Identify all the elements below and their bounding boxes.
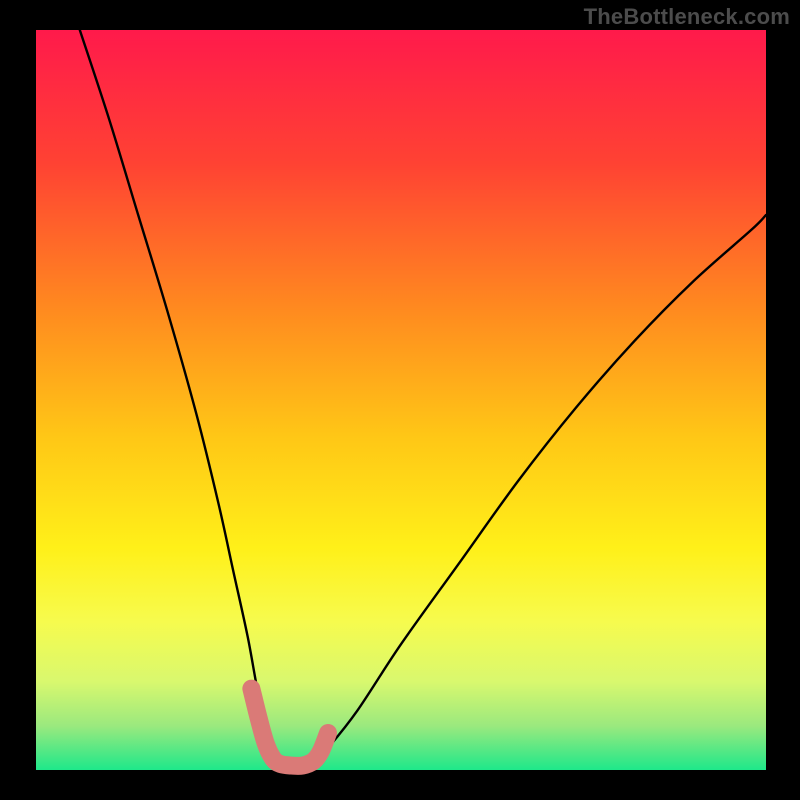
watermark-text: TheBottleneck.com	[584, 4, 790, 30]
bottleneck-chart	[0, 0, 800, 800]
plot-background	[36, 30, 766, 770]
chart-frame: TheBottleneck.com	[0, 0, 800, 800]
